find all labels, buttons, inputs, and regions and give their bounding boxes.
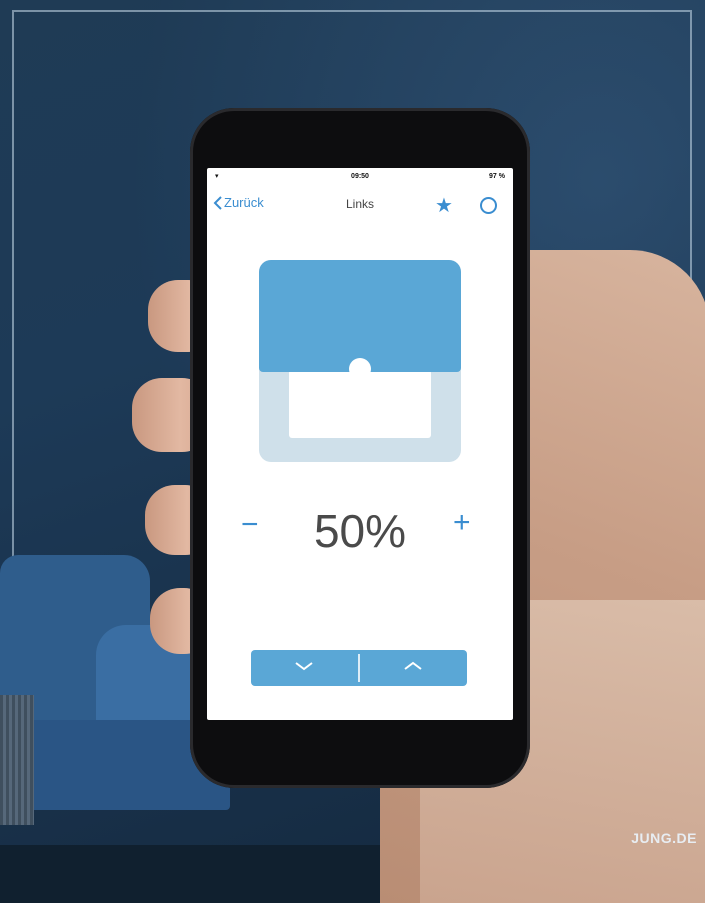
navigation-bar: Zurück Links ★: [207, 188, 513, 220]
window-opening: [289, 370, 431, 438]
blind-position-handle[interactable]: [349, 358, 371, 380]
brand-url: JUNG.DE: [631, 830, 697, 846]
move-buttons: [251, 650, 467, 686]
increase-button[interactable]: +: [453, 506, 471, 540]
phone-screen: ▾ 09:50 97 % Zurück Links ★ − 50% +: [207, 168, 513, 720]
status-bar: ▾ 09:50 97 %: [207, 168, 513, 186]
chevron-up-icon: [404, 661, 422, 670]
ring-icon[interactable]: [480, 197, 497, 214]
battery-status: 97 %: [489, 173, 505, 180]
blind-cover: [259, 260, 461, 372]
status-time: 09:50: [351, 173, 369, 180]
chevron-down-icon: [295, 662, 313, 671]
page-title: Links: [345, 197, 374, 211]
sofa-throw-blanket: [0, 695, 34, 825]
move-down-button[interactable]: [251, 650, 358, 686]
move-up-button[interactable]: [360, 650, 467, 686]
position-control: − 50% +: [207, 498, 513, 558]
star-icon[interactable]: ★: [435, 193, 453, 218]
blind-visualization: [259, 260, 461, 462]
